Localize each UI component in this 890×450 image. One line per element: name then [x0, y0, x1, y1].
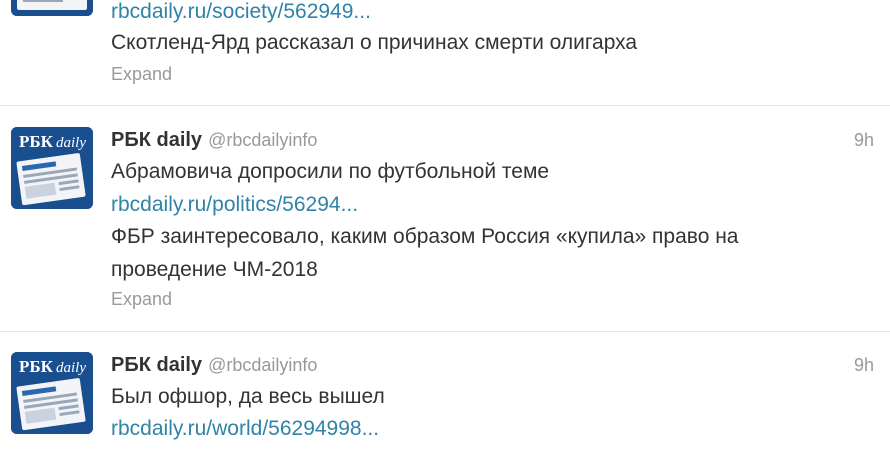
tweet-1[interactable]: rbcdaily.ru/society/562949... Скотленд-Я…	[0, 0, 890, 105]
tweet-headline: Абрамовича допросили по футбольной теме	[111, 160, 550, 183]
rbk-daily-logo-icon	[11, 0, 93, 16]
tweet-text-line: проведение ЧМ-2018	[111, 258, 318, 281]
tweet-text-line: ФБР заинтересовало, каким образом Россия…	[111, 225, 739, 248]
author-name[interactable]: РБК daily	[111, 129, 202, 151]
tweet-text-line: Скотленд-Ярд рассказал о причинах смерти…	[111, 31, 638, 54]
author-name[interactable]: РБК daily	[111, 354, 202, 376]
tweet-timestamp[interactable]: 9h	[854, 126, 874, 154]
tweet-feed: rbcdaily.ru/society/562949... Скотленд-Я…	[0, 0, 890, 450]
tweet-link[interactable]: rbcdaily.ru/society/562949...	[111, 0, 371, 26]
avatar[interactable]: РБК daily	[11, 127, 93, 209]
tweet-link[interactable]: rbcdaily.ru/politics/56294...	[111, 191, 358, 219]
rbk-daily-logo-icon: РБК daily	[11, 127, 93, 209]
tweet-header: РБК daily @rbcdailyinfo	[111, 126, 317, 154]
tweet-timestamp[interactable]: 9h	[854, 351, 874, 379]
logo-text-bold: РБК	[19, 357, 54, 376]
avatar[interactable]: РБК daily	[11, 352, 93, 434]
author-handle[interactable]: @rbcdailyinfo	[208, 355, 317, 375]
logo-text-script: daily	[56, 360, 86, 376]
tweet-header: РБК daily @rbcdailyinfo	[111, 351, 317, 379]
tweet-link[interactable]: rbcdaily.ru/world/56294998...	[111, 415, 379, 443]
logo-text-script: daily	[56, 135, 86, 151]
tweet-2[interactable]: РБК daily РБК daily @rbcdailyinfo 9h Абра…	[0, 106, 890, 331]
tweet-3[interactable]: РБК daily РБК daily @rbcdailyinfo 9h Был …	[0, 332, 890, 450]
tweet-headline: Был офшор, да весь вышел	[111, 385, 385, 408]
expand-link[interactable]: Expand	[111, 62, 172, 86]
rbk-daily-logo-icon: РБК daily	[11, 352, 93, 434]
expand-link[interactable]: Expand	[111, 287, 172, 311]
logo-text-bold: РБК	[19, 132, 54, 151]
author-handle[interactable]: @rbcdailyinfo	[208, 130, 317, 150]
avatar[interactable]	[11, 0, 93, 16]
